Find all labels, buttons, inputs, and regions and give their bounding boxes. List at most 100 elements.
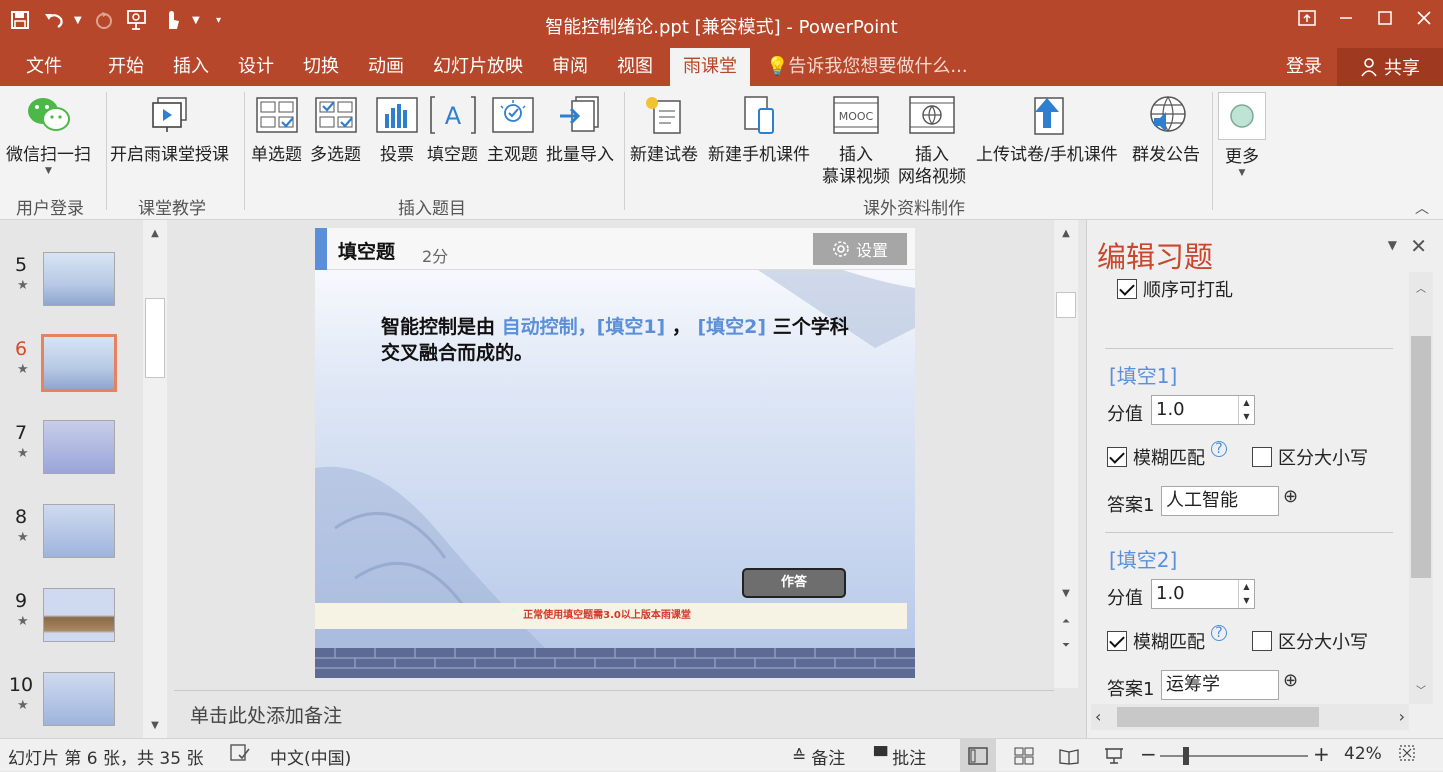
touch-mode-icon[interactable]: [158, 6, 186, 34]
slide-thumbnail[interactable]: 5 ★: [0, 252, 142, 328]
scroll-thumb[interactable]: [1117, 707, 1319, 727]
slide-thumbnail[interactable]: 7 ★: [0, 420, 142, 496]
language-indicator[interactable]: 中文(中国): [270, 744, 351, 769]
multi-choice-button[interactable]: 多选题: [310, 92, 361, 166]
case-checkbox[interactable]: [1252, 447, 1272, 467]
insert-mooc-button[interactable]: MOOC 插入 慕课视频: [822, 92, 890, 188]
add-answer-icon[interactable]: ⊕: [1283, 670, 1298, 691]
slide-thumbnail-selected[interactable]: 6 ★: [0, 334, 142, 412]
comments-toggle[interactable]: ▀ 批注: [874, 744, 926, 770]
ribbon-display-options-icon[interactable]: [1288, 0, 1326, 36]
new-test-button[interactable]: 新建试卷: [630, 92, 698, 166]
blank-1-fuzzy-option[interactable]: 模糊匹配?: [1107, 441, 1227, 470]
close-pane-icon[interactable]: ✕: [1410, 234, 1427, 258]
wechat-scan-button[interactable]: 微信扫一扫 ▼: [6, 92, 91, 176]
reading-view-button[interactable]: [1051, 739, 1087, 772]
spinner[interactable]: ▲ ▼: [1238, 580, 1254, 608]
fill-blank-button[interactable]: A 填空题: [427, 92, 478, 166]
zoom-slider-thumb[interactable]: [1183, 747, 1190, 765]
subjective-button[interactable]: 主观题: [487, 92, 538, 166]
scroll-left-icon[interactable]: ‹: [1095, 707, 1101, 726]
scroll-down-icon[interactable]: ▼: [143, 714, 167, 736]
batch-import-button[interactable]: 批量导入: [546, 92, 614, 166]
spell-check-icon[interactable]: [230, 744, 250, 762]
scroll-right-icon[interactable]: ›: [1399, 707, 1405, 726]
slide-thumbnail[interactable]: 9 ★: [0, 588, 142, 664]
previous-slide-icon[interactable]: ⏶: [1054, 610, 1078, 632]
start-teaching-button[interactable]: 开启雨课堂授课: [110, 92, 229, 166]
maximize-icon[interactable]: [1366, 0, 1404, 36]
redo-icon[interactable]: [90, 6, 118, 34]
fit-to-window-icon[interactable]: [1398, 744, 1416, 762]
tab-view[interactable]: 视图: [617, 48, 653, 86]
save-icon[interactable]: [6, 6, 34, 34]
fuzzy-checkbox[interactable]: [1107, 447, 1127, 467]
presenter-icon[interactable]: [124, 6, 152, 34]
tab-file[interactable]: 文件: [26, 48, 62, 86]
blank-2-score-input[interactable]: 1.0 ▲ ▼: [1151, 579, 1255, 609]
tab-design[interactable]: 设计: [238, 48, 274, 86]
new-mobile-button[interactable]: 新建手机课件: [708, 92, 810, 166]
thumbnails-scrollbar[interactable]: ▲ ▼: [143, 220, 167, 738]
collapse-ribbon-icon[interactable]: ︿: [1415, 198, 1429, 218]
tab-home[interactable]: 开始: [108, 48, 144, 86]
announce-button[interactable]: 群发公告: [1132, 92, 1200, 166]
editor-scrollbar[interactable]: ▲ ▼ ⏶ ⏷: [1054, 220, 1078, 688]
tab-insert[interactable]: 插入: [173, 48, 209, 86]
spin-down-icon[interactable]: ▼: [1239, 410, 1254, 424]
pane-vertical-scrollbar[interactable]: ︿ ﹀: [1409, 272, 1433, 704]
blank-1-score-input[interactable]: 1.0 ▲ ▼: [1151, 395, 1255, 425]
close-window-icon[interactable]: [1405, 0, 1443, 36]
more-button[interactable]: 更多 ▼: [1218, 92, 1266, 178]
undo-icon[interactable]: [40, 6, 68, 34]
answer-button[interactable]: 作答: [742, 568, 846, 598]
notes-toggle[interactable]: ≙ 备注: [792, 744, 845, 770]
shuffle-option[interactable]: 顺序可打乱: [1117, 276, 1233, 302]
tab-transitions[interactable]: 切换: [303, 48, 339, 86]
spinner[interactable]: ▲ ▼: [1238, 396, 1254, 424]
slide-thumbnail[interactable]: 10 ★: [0, 672, 142, 738]
scroll-down-icon[interactable]: ▼: [1054, 582, 1078, 604]
add-answer-icon[interactable]: ⊕: [1283, 486, 1298, 507]
upload-button[interactable]: 上传试卷/手机课件: [976, 92, 1118, 166]
zoom-out-icon[interactable]: −: [1140, 742, 1157, 766]
question-text[interactable]: 智能控制是由 自动控制，[填空1] ， [填空2] 三个学科交叉融合而成的。: [381, 314, 851, 366]
minimize-icon[interactable]: [1327, 0, 1365, 36]
fuzzy-checkbox[interactable]: [1107, 631, 1127, 651]
scroll-thumb[interactable]: [145, 298, 165, 378]
blank-2-case-option[interactable]: 区分大小写: [1252, 628, 1368, 654]
slide-sorter-button[interactable]: [1006, 739, 1042, 772]
zoom-slider[interactable]: [1160, 747, 1308, 765]
insert-web-video-button[interactable]: 插入 网络视频: [898, 92, 966, 188]
pane-options-icon[interactable]: ▼: [1388, 238, 1397, 252]
zoom-percentage[interactable]: 42%: [1344, 744, 1382, 764]
tab-rain-classroom[interactable]: 雨课堂: [670, 48, 750, 86]
spin-up-icon[interactable]: ▲: [1239, 580, 1254, 594]
sign-in-link[interactable]: 登录: [1286, 48, 1322, 86]
shuffle-checkbox[interactable]: [1117, 279, 1137, 299]
scroll-thumb[interactable]: [1411, 336, 1431, 578]
notes-area[interactable]: 单击此处添加备注: [174, 690, 1054, 738]
wechat-dropdown-icon[interactable]: ▼: [45, 166, 52, 176]
settings-button[interactable]: 设置: [813, 233, 907, 265]
spin-down-icon[interactable]: ▼: [1239, 594, 1254, 608]
undo-dropdown-icon[interactable]: ▼: [74, 15, 84, 26]
scroll-up-icon[interactable]: ︿: [1409, 276, 1433, 298]
share-button[interactable]: 共享: [1337, 48, 1443, 86]
tell-me-search[interactable]: 💡告诉我您想要做什么...: [766, 48, 968, 86]
scroll-down-icon[interactable]: ﹀: [1409, 678, 1433, 700]
help-icon[interactable]: ?: [1211, 441, 1227, 457]
case-checkbox[interactable]: [1252, 631, 1272, 651]
touch-dropdown-icon[interactable]: ▼: [192, 15, 202, 26]
next-slide-icon[interactable]: ⏷: [1054, 634, 1078, 656]
help-icon[interactable]: ?: [1211, 625, 1227, 641]
normal-view-button[interactable]: [960, 739, 996, 772]
single-choice-button[interactable]: 单选题: [251, 92, 302, 166]
slideshow-button[interactable]: [1096, 739, 1132, 772]
tab-slideshow[interactable]: 幻灯片放映: [433, 48, 523, 86]
slide-canvas[interactable]: 填空题 2分 设置 智能控制是由 自动控制，[填空1] ， [填空2] 三个学科…: [315, 228, 915, 678]
blank-2-fuzzy-option[interactable]: 模糊匹配?: [1107, 625, 1227, 654]
scroll-up-icon[interactable]: ▲: [143, 222, 167, 244]
customize-qat-icon[interactable]: ▾: [216, 15, 226, 26]
zoom-in-icon[interactable]: +: [1313, 742, 1330, 766]
